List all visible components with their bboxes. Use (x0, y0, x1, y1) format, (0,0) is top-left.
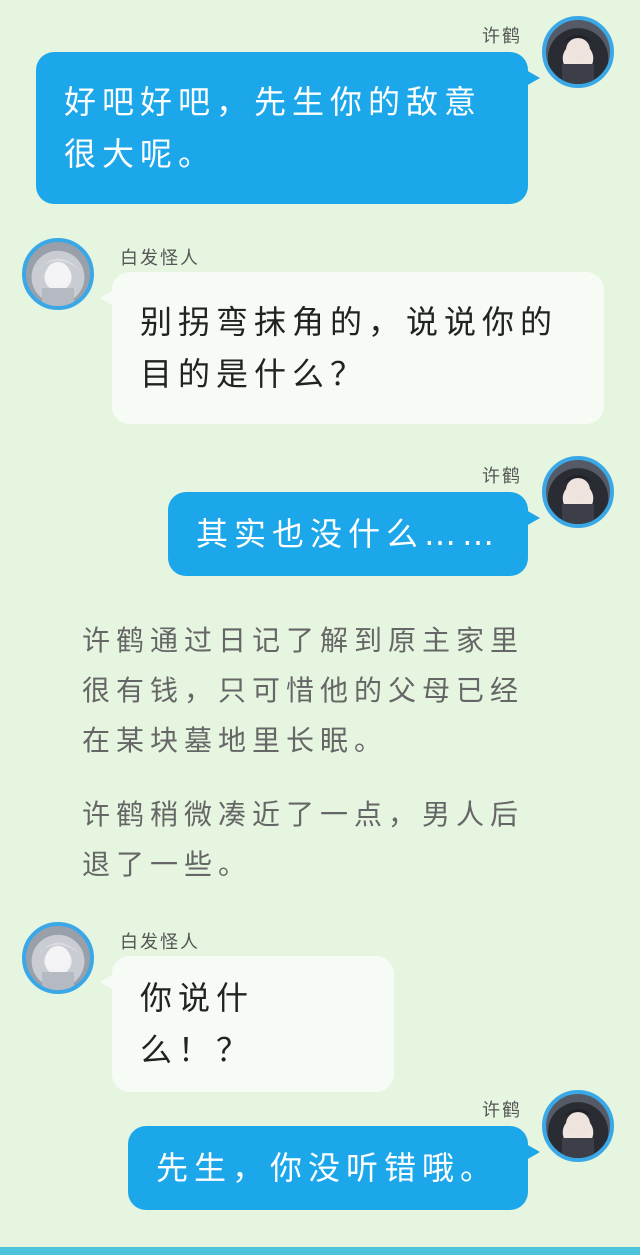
message-bubble: 其实也没什么…… (168, 492, 540, 576)
message-text: 好吧好吧，先生你的敌意很大呢。 (64, 83, 483, 173)
speaker-name: 许鹤 (482, 26, 522, 47)
speaker-name: 许鹤 (482, 1100, 522, 1121)
baifa-avatar[interactable] (22, 238, 94, 310)
bottom-divider (0, 1247, 640, 1255)
xuhe-avatar[interactable] (542, 16, 614, 88)
speaker-name: 白发怪人 (120, 248, 200, 269)
message-text: 其实也没什么…… (196, 515, 501, 553)
narration-paragraph: 许鹤稍微凑近了一点，男人后退了一些。 (82, 798, 525, 881)
speaker-name: 许鹤 (482, 466, 522, 487)
speaker-name: 白发怪人 (120, 932, 200, 953)
baifa-avatar[interactable] (22, 922, 94, 994)
message-bubble: 你说什么！？ (100, 956, 394, 1092)
message-text: 先生，你没听错哦。 (156, 1149, 499, 1187)
xuhe-avatar[interactable] (542, 1090, 614, 1162)
message-text: 你说什么！？ (140, 979, 255, 1069)
xuhe-avatar[interactable] (542, 456, 614, 528)
narration-paragraph: 许鹤通过日记了解到原主家里很有钱，只可惜他的父母已经在某块墓地里长眠。 (82, 624, 525, 757)
message-text: 别拐弯抹角的，说说你的目的是什么？ (140, 303, 559, 393)
message-bubble: 先生，你没听错哦。 (128, 1126, 540, 1210)
message-bubble: 别拐弯抹角的，说说你的目的是什么？ (100, 272, 604, 424)
message-bubble: 好吧好吧，先生你的敌意很大呢。 (36, 52, 540, 204)
